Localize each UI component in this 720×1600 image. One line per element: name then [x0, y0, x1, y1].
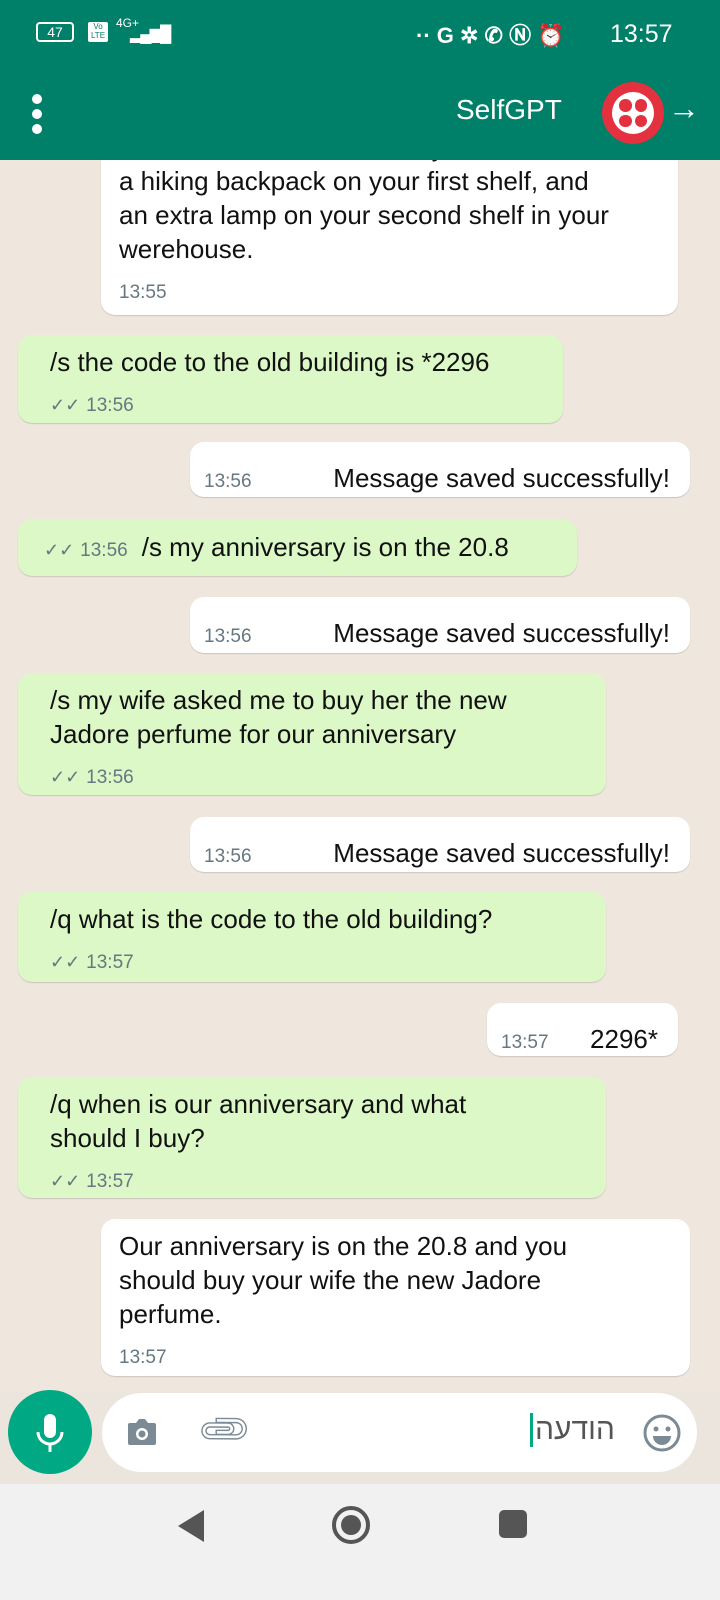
avatar[interactable]	[602, 82, 664, 144]
message-field[interactable]: הודעה	[530, 1413, 615, 1447]
clock: 13:57	[610, 20, 673, 48]
message-time: 13:56	[204, 626, 252, 647]
double-check-icon: ✓✓	[50, 1171, 81, 1191]
sent-message[interactable]: /s the code to the old building is *2296…	[18, 335, 563, 423]
chat-area: You have a screwdriver on your third she…	[0, 160, 720, 1392]
sent-message[interactable]: /q when is our anniversary and what shoul…	[18, 1077, 606, 1198]
notification-icons: ·· G ✲ ✆ Ⓝ ⏰	[416, 23, 565, 48]
message-text: /s the code to the old building is *2296	[50, 347, 490, 377]
volte-icon: Vo LTE	[88, 22, 108, 42]
message-text: an extra lamp on your second shelf in yo…	[119, 200, 609, 230]
message-text: Message saved successfully!	[333, 838, 670, 868]
received-message[interactable]: 13:57 2296*	[487, 1003, 678, 1056]
message-text: /q what is the code to the old building?	[50, 904, 493, 934]
message-text: /q when is our anniversary and what	[50, 1089, 467, 1119]
message-time: 13:57	[119, 1347, 167, 1368]
message-text: should buy your wife the new Jadore	[119, 1265, 542, 1295]
mic-button[interactable]	[8, 1390, 92, 1474]
message-text: 2296*	[590, 1024, 658, 1054]
battery-level: 47	[47, 24, 63, 40]
home-nav-icon[interactable]	[332, 1506, 370, 1544]
received-message[interactable]: 13:56 Message saved successfully!	[190, 442, 690, 497]
received-message[interactable]: 13:56 Message saved successfully!	[190, 597, 690, 653]
arrow-right-icon[interactable]: →	[668, 90, 700, 127]
message-text: Message saved successfully!	[333, 463, 670, 493]
received-message[interactable]: Our anniversary is on the 20.8 and you sh…	[101, 1219, 690, 1376]
received-message[interactable]: You have a screwdriver on your third she…	[101, 160, 678, 315]
back-nav-icon[interactable]	[178, 1510, 204, 1542]
message-text: Jadore perfume for our anniversary	[50, 719, 457, 749]
sent-message[interactable]: /q what is the code to the old building?…	[18, 892, 606, 982]
double-check-icon: ✓✓	[50, 952, 81, 972]
status-bar: 47 Vo LTE 4G+ ▂▄▆█ ·· G ✲ ✆ Ⓝ ⏰ 13:57	[0, 0, 720, 66]
received-message[interactable]: 13:56 Message saved successfully!	[190, 817, 690, 872]
message-time: 13:57	[86, 1171, 134, 1192]
message-time: 13:55	[119, 282, 167, 303]
signal-icon: ▂▄▆█	[130, 26, 171, 43]
chat-header: SelfGPT →	[0, 66, 720, 160]
attach-icon[interactable]: 📎︎	[194, 1399, 256, 1461]
message-time: 13:56	[86, 767, 134, 788]
message-time: 13:56	[204, 846, 252, 867]
message-text: perfume.	[119, 1299, 222, 1329]
message-time: 13:57	[501, 1032, 549, 1053]
microphone-icon	[36, 1414, 64, 1452]
battery-icon: 47	[36, 22, 74, 42]
message-text: a hiking backpack on your first shelf, a…	[119, 166, 589, 196]
emoji-icon[interactable]	[642, 1413, 682, 1453]
camera-icon[interactable]	[126, 1417, 158, 1447]
message-text: Our anniversary is on the 20.8 and you	[119, 1231, 568, 1261]
message-text: /s my anniversary is on the 20.8	[141, 532, 509, 562]
sent-message[interactable]: ✓✓ 13:56/s my anniversary is on the 20.8	[18, 519, 577, 576]
message-text: should I buy?	[50, 1123, 205, 1153]
message-time: 13:56	[80, 540, 128, 561]
navigation-bar	[0, 1484, 720, 1600]
sent-message[interactable]: /s my wife asked me to buy her the new Ja…	[18, 673, 606, 795]
message-input[interactable]: 📎︎ הודעה	[102, 1393, 697, 1472]
message-time: 13:56	[204, 471, 252, 492]
message-text: /s my wife asked me to buy her the new	[50, 685, 507, 715]
recents-nav-icon[interactable]	[499, 1510, 527, 1538]
double-check-icon: ✓✓	[50, 767, 81, 787]
message-time: 13:56	[86, 395, 134, 416]
message-text: werehouse.	[119, 234, 254, 264]
double-check-icon: ✓✓	[50, 395, 81, 415]
chat-title[interactable]: SelfGPT	[456, 94, 562, 126]
more-vert-icon[interactable]	[32, 94, 44, 134]
double-check-icon: ✓✓	[44, 540, 75, 560]
message-time: 13:57	[86, 952, 134, 973]
message-text: Message saved successfully!	[333, 618, 670, 648]
